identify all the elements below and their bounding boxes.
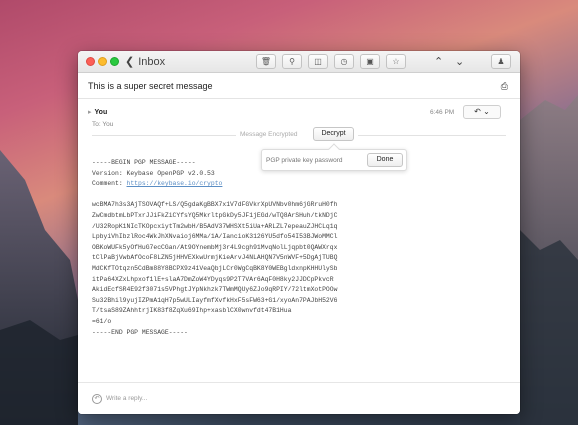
pgp-comment-line: Comment: https://keybase.io/crypto: [92, 179, 392, 190]
pgp-line: LpbyiVhIbzlRoc4WkJhXNvaioj6MMa/1A/Iancio…: [92, 233, 338, 241]
sender-name: You: [94, 109, 108, 116]
reply-placeholder: Write a reply...: [106, 395, 148, 402]
popover-caret: [328, 143, 340, 155]
pgp-line: OBKoWUFk5yOfHuG7ecCGan/At9OYnembMj3r4L9c…: [92, 243, 338, 251]
chevron-left-icon: ❮: [125, 56, 135, 68]
chevron-up-icon: ⌃: [434, 56, 444, 68]
back-to-inbox-button[interactable]: ❮ Inbox: [125, 55, 165, 68]
pgp-line: ZwCmdbtmLbPTxrJJiFkZiCYfsYQ5MkrltpGkDy5J…: [92, 211, 338, 219]
divider: [92, 135, 236, 136]
keybase-link[interactable]: https://keybase.io/crypto: [127, 180, 223, 187]
pgp-begin-line: -----BEGIN PGP MESSAGE-----: [92, 159, 196, 166]
pgp-comment-prefix: Comment:: [92, 180, 127, 188]
move-button[interactable]: ▣: [360, 54, 380, 69]
recipient-line: To: You: [92, 121, 114, 128]
reply-icon: ↶: [474, 107, 481, 116]
subject-bar: This is a super secret message ⎙: [78, 74, 520, 99]
archive-icon: ◫: [314, 57, 322, 66]
reply-composer[interactable]: ↶ Write a reply...: [78, 382, 520, 414]
message-time: 6:46 PM: [430, 109, 455, 116]
window-toolbar: ❮ Inbox 🗑 ⚲ ◫ ◷ ▣ ☆ ⌃ ⌄ ♟: [78, 51, 520, 73]
pgp-line: /U32RopK1NIcTKOpcxiytTm2wbH/B5AdV37WHSXt…: [92, 222, 338, 230]
divider: [358, 135, 506, 136]
pgp-line: =61/o: [92, 317, 112, 325]
close-window-button[interactable]: [86, 57, 95, 66]
printer-icon: ⎙: [500, 81, 508, 91]
pgp-end-line: -----END PGP MESSAGE-----: [92, 328, 188, 336]
mail-window: ❮ Inbox 🗑 ⚲ ◫ ◷ ▣ ☆ ⌃ ⌄ ♟ This is a super…: [78, 51, 520, 414]
archive-button[interactable]: ◫: [308, 54, 328, 69]
reply-icon: ↶: [92, 394, 102, 404]
previous-message-button[interactable]: ⌃: [434, 55, 443, 68]
message-subject: This is a super secret message: [88, 81, 213, 91]
sender-row[interactable]: ▸ You: [88, 108, 107, 116]
next-message-button[interactable]: ⌄: [455, 55, 464, 68]
clock-icon: ◷: [340, 57, 348, 66]
print-button[interactable]: ⎙: [501, 81, 508, 92]
pgp-blank-line: [92, 190, 392, 201]
tag-icon: ⚲: [289, 57, 295, 66]
pgp-line: Su32Bhil9yujIZPmA1qH7p5wULIayfmfXvfkHxF5…: [92, 296, 338, 304]
pgp-line: wcBMA7h3s3AjTSOVAQf+LS/Q5gdaKgBBX7x1V7dF…: [92, 201, 338, 209]
snooze-button[interactable]: ◷: [334, 54, 354, 69]
tag-button[interactable]: ⚲: [282, 54, 302, 69]
pgp-line: MdCKfTOtqzn5CdBm88Y8BCPX9z41VeaQbjLCr0Wg…: [92, 264, 338, 272]
pgp-message-body: -----BEGIN PGP MESSAGE----- Version: Keyb…: [92, 158, 392, 338]
chevron-down-icon: ⌄: [483, 107, 490, 116]
chevron-down-icon: ⌄: [455, 56, 465, 68]
trash-icon: 🗑: [260, 57, 272, 66]
pgp-line: AkidEcfSR4E92f3071s5VPhgtJYpNkhzk7TWmMQU…: [92, 286, 338, 294]
pgp-line: itPa64XZxLhpxof1lE+slaA7DmZoW4YDyqs9P2T7…: [92, 275, 334, 283]
reply-menu-button[interactable]: ↶ ⌄: [463, 105, 501, 119]
person-icon: ♟: [497, 57, 505, 66]
account-button[interactable]: ♟: [491, 54, 511, 69]
back-label: Inbox: [138, 56, 166, 68]
pgp-version-line: Version: Keybase OpenPGP v2.0.53: [92, 169, 215, 177]
zoom-window-button[interactable]: [110, 57, 119, 66]
minimize-window-button[interactable]: [98, 57, 107, 66]
pgp-line: T/tsaS89ZAhhtrjIK83f8ZqXu69Ihp+xasblCX0w…: [92, 307, 292, 315]
expand-triangle-icon: ▸: [88, 109, 92, 116]
pgp-line: tClPaBjVwbAfOcoF8LZN5jHHVEXkwUrmjKieArvJ…: [92, 254, 338, 262]
star-icon: ☆: [392, 57, 400, 66]
encryption-status: Message Encrypted: [240, 131, 298, 138]
decrypt-button[interactable]: Decrypt: [313, 127, 354, 141]
trash-button[interactable]: 🗑: [256, 54, 276, 69]
move-icon: ▣: [366, 57, 374, 66]
star-button[interactable]: ☆: [386, 54, 406, 69]
